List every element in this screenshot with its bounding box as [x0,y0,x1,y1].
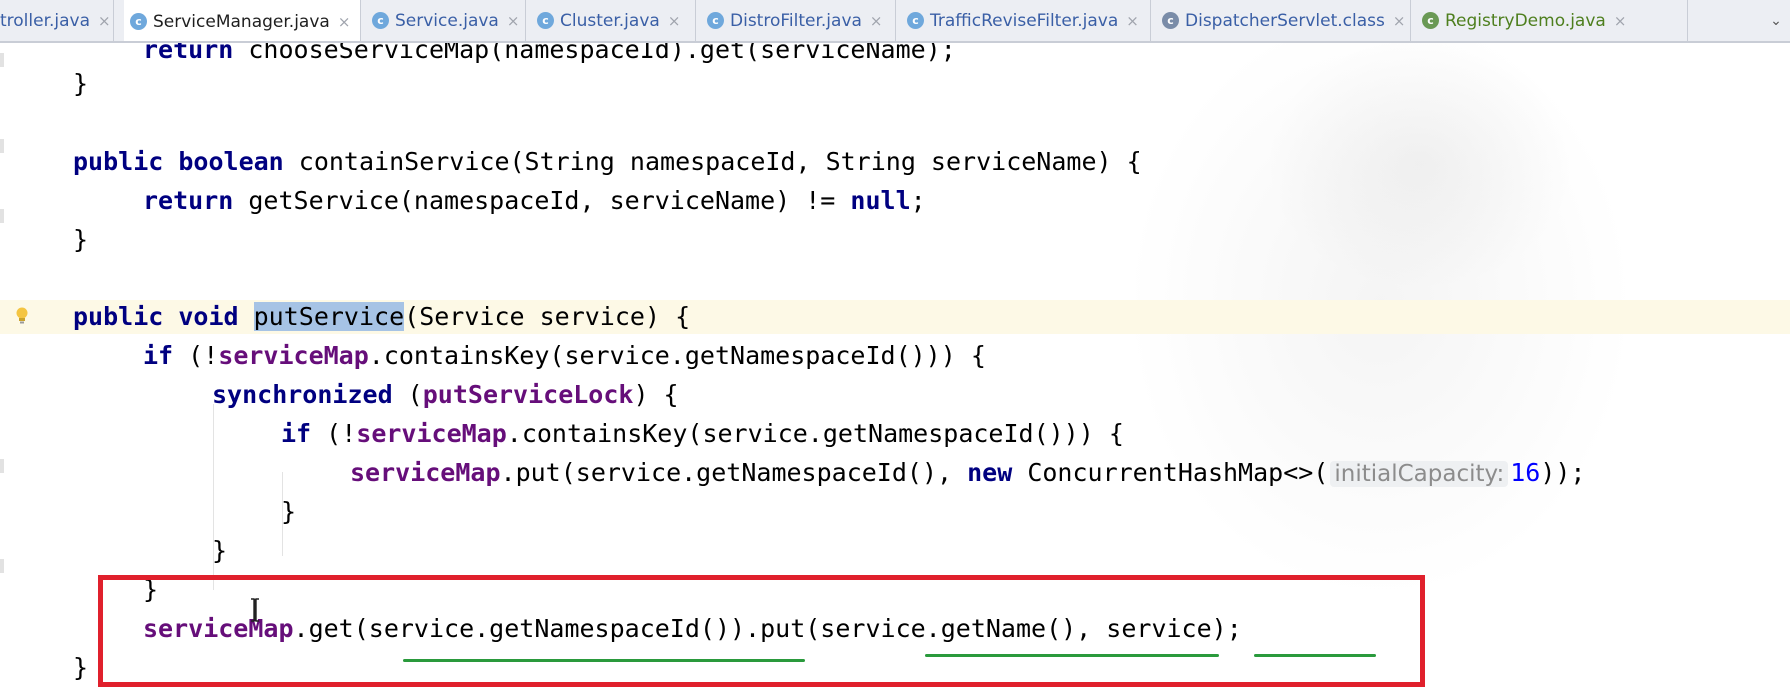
tab-label: TrafficReviseFilter.java [930,10,1119,31]
code-text: chooseServiceMap(namespaceId).get(servic… [248,43,956,64]
code-text: ( [407,380,423,409]
code-line: } [0,67,1790,101]
tab-service-manager-java[interactable]: c ServiceManager.java × [124,0,361,41]
annotation-box [98,575,1425,687]
code-text: } [281,497,297,526]
tab-label: RegistryDemo.java [1445,10,1606,31]
keyword-token: public [73,302,179,331]
code-line: } [0,223,1790,257]
close-icon[interactable]: × [668,12,681,30]
code-line: return chooseServiceMap(namespaceId).get… [0,43,1790,67]
tab-label: DispatcherServlet.class [1185,10,1385,31]
code-line: if (!serviceMap.containsKey(service.getN… [0,417,1790,451]
close-icon[interactable]: × [1126,12,1139,30]
code-text: (Service service) { [404,302,691,331]
field-token: serviceMap [356,419,507,448]
code-text: ; [910,186,926,215]
code-line: serviceMap.put(service.getNamespaceId(),… [0,456,1790,490]
code-line: if (!serviceMap.containsKey(service.getN… [0,339,1790,373]
tab-label: troller.java [0,10,91,31]
field-token: putServiceLock [422,380,634,409]
close-icon[interactable]: × [338,13,351,31]
code-line: } [0,534,1790,568]
field-token: serviceMap [218,341,369,370]
code-text: containService(String namespaceId, Strin… [298,147,1142,176]
code-line-current: public void putService(Service service) … [0,300,1790,334]
annotation-underline [1254,654,1376,657]
close-icon[interactable]: × [870,12,883,30]
close-icon[interactable]: × [507,12,520,30]
code-text: .put(service.getNamespaceId(), [500,458,968,487]
keyword-token: return [143,186,249,215]
code-line: public boolean containService(String nam… [0,145,1790,179]
keyword-token: new [967,458,1028,487]
close-icon[interactable]: × [98,12,111,30]
tab-registry-demo-java[interactable]: c RegistryDemo.java × [1416,0,1688,41]
keyword-token: null [850,186,911,215]
code-text: ) { [633,380,679,409]
selected-text[interactable]: putService [253,302,405,331]
keyword-token: void [178,302,254,331]
annotation-underline [403,659,805,662]
code-line: synchronized (putServiceLock) { [0,378,1790,412]
code-text: (! [188,341,219,370]
tab-label: ServiceManager.java [153,11,330,32]
compiled-class-icon: c [1162,12,1179,29]
tab-service-java[interactable]: c Service.java × [366,0,526,41]
chevron-down-icon[interactable]: ⌄ [1762,0,1790,41]
code-line: } [0,495,1790,529]
close-icon[interactable]: × [1614,12,1627,30]
keyword-token: public [73,147,179,176]
code-text: .containsKey(service.getNamespaceId())) … [368,341,986,370]
number-token: 16 [1510,458,1541,487]
close-icon[interactable]: × [1393,12,1406,30]
code-text: (! [326,419,357,448]
code-text: } [73,653,89,682]
field-token: serviceMap [350,458,501,487]
tab-traffic-revise-filter-java[interactable]: c TrafficReviseFilter.java × [901,0,1151,41]
code-text: ConcurrentHashMap<>( [1027,458,1329,487]
editor-tab-bar: troller.java × c ServiceManager.java × c… [0,0,1790,43]
code-text: } [73,69,89,98]
tab-label: Cluster.java [560,10,660,31]
tab-label: DistroFilter.java [730,10,862,31]
tab-distro-filter-java[interactable]: c DistroFilter.java × [701,0,896,41]
class-icon: c [907,12,924,29]
class-icon: c [130,13,147,30]
runnable-class-icon: c [1422,12,1439,29]
class-icon: c [537,12,554,29]
tab-cluster-java[interactable]: c Cluster.java × [531,0,696,41]
code-text: getService(namespaceId, serviceName) != [248,186,851,215]
keyword-token: synchronized [212,380,408,409]
keyword-token: if [143,341,189,370]
code-line: return getService(namespaceId, serviceNa… [0,184,1790,218]
keyword-token: boolean [178,147,299,176]
code-text: )); [1540,458,1586,487]
annotation-underline [925,654,1219,657]
text-cursor-icon [251,598,259,622]
keyword-token: return [143,43,249,64]
code-text: } [212,536,228,565]
lightbulb-icon[interactable] [14,307,30,325]
keyword-token: if [281,419,327,448]
tab-dispatcher-servlet-class[interactable]: c DispatcherServlet.class × [1156,0,1411,41]
parameter-hint: initialCapacity: [1330,461,1509,487]
tab-label: Service.java [395,10,499,31]
class-icon: c [372,12,389,29]
tab-controller-java[interactable]: troller.java × [0,0,114,41]
code-text: } [73,225,89,254]
class-icon: c [707,12,724,29]
code-text: .containsKey(service.getNamespaceId())) … [506,419,1124,448]
